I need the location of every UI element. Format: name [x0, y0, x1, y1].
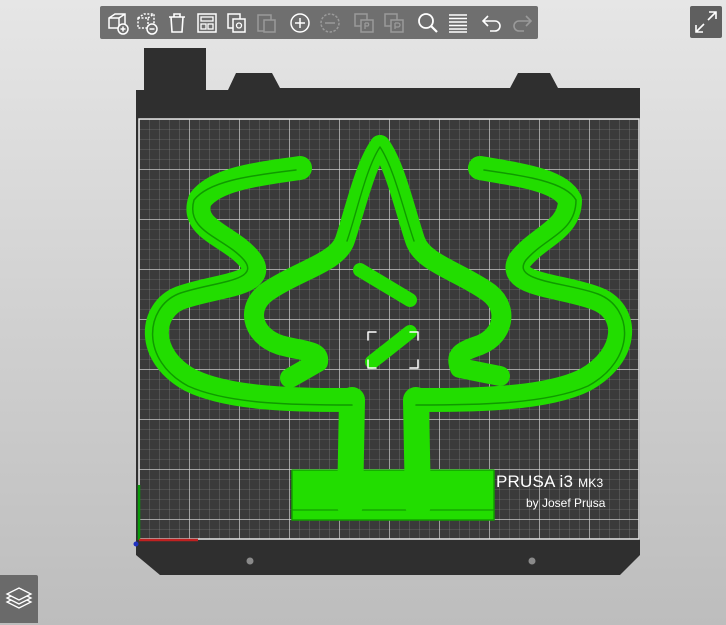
layers-view-button[interactable] — [0, 575, 38, 623]
bed-scene[interactable] — [0, 0, 726, 625]
delete-button[interactable] — [134, 8, 161, 37]
split-parts-icon — [384, 12, 404, 33]
arrange-icon — [196, 12, 217, 33]
copy-button[interactable] — [223, 8, 250, 37]
add-instance-button[interactable] — [287, 8, 314, 37]
arrange-button[interactable] — [193, 8, 220, 37]
undo-button[interactable] — [479, 8, 506, 37]
redo-button[interactable] — [508, 8, 535, 37]
minus-circle-icon — [320, 12, 340, 33]
undo-icon — [482, 14, 502, 32]
add-button[interactable] — [104, 8, 131, 37]
paste-icon — [257, 13, 276, 33]
plus-circle-icon — [290, 12, 310, 33]
layers-icon — [5, 587, 33, 609]
delete-cube-icon — [137, 12, 158, 35]
layers-editing-icon — [448, 13, 467, 33]
copy-icon — [227, 12, 246, 33]
split-objects-icon — [354, 12, 374, 33]
3d-viewport[interactable]: PRUSA i3 MK3 by Josef Prusa — [0, 0, 726, 625]
bed-model-suffix: MK3 — [578, 476, 604, 490]
bed-logo: PRUSA i3 MK3 by Josef Prusa — [496, 472, 605, 510]
bed-brand: PRUSA i3 — [496, 472, 574, 491]
bed-byline: by Josef Prusa — [526, 496, 606, 510]
remove-instance-button[interactable] — [316, 8, 343, 37]
layers-editing-button[interactable] — [444, 8, 471, 37]
double-chevron-icon — [695, 11, 717, 33]
delete-all-button[interactable] — [163, 8, 190, 37]
search-button[interactable] — [415, 8, 442, 37]
split-objects-button[interactable] — [351, 8, 378, 37]
split-parts-button[interactable] — [380, 8, 407, 37]
paste-button[interactable] — [252, 8, 279, 37]
top-toolbar — [100, 6, 538, 39]
collapse-sidebar-button[interactable] — [690, 6, 722, 38]
trash-icon — [168, 12, 185, 33]
add-cube-icon — [107, 12, 129, 35]
redo-icon — [513, 14, 533, 32]
search-icon — [418, 12, 439, 33]
